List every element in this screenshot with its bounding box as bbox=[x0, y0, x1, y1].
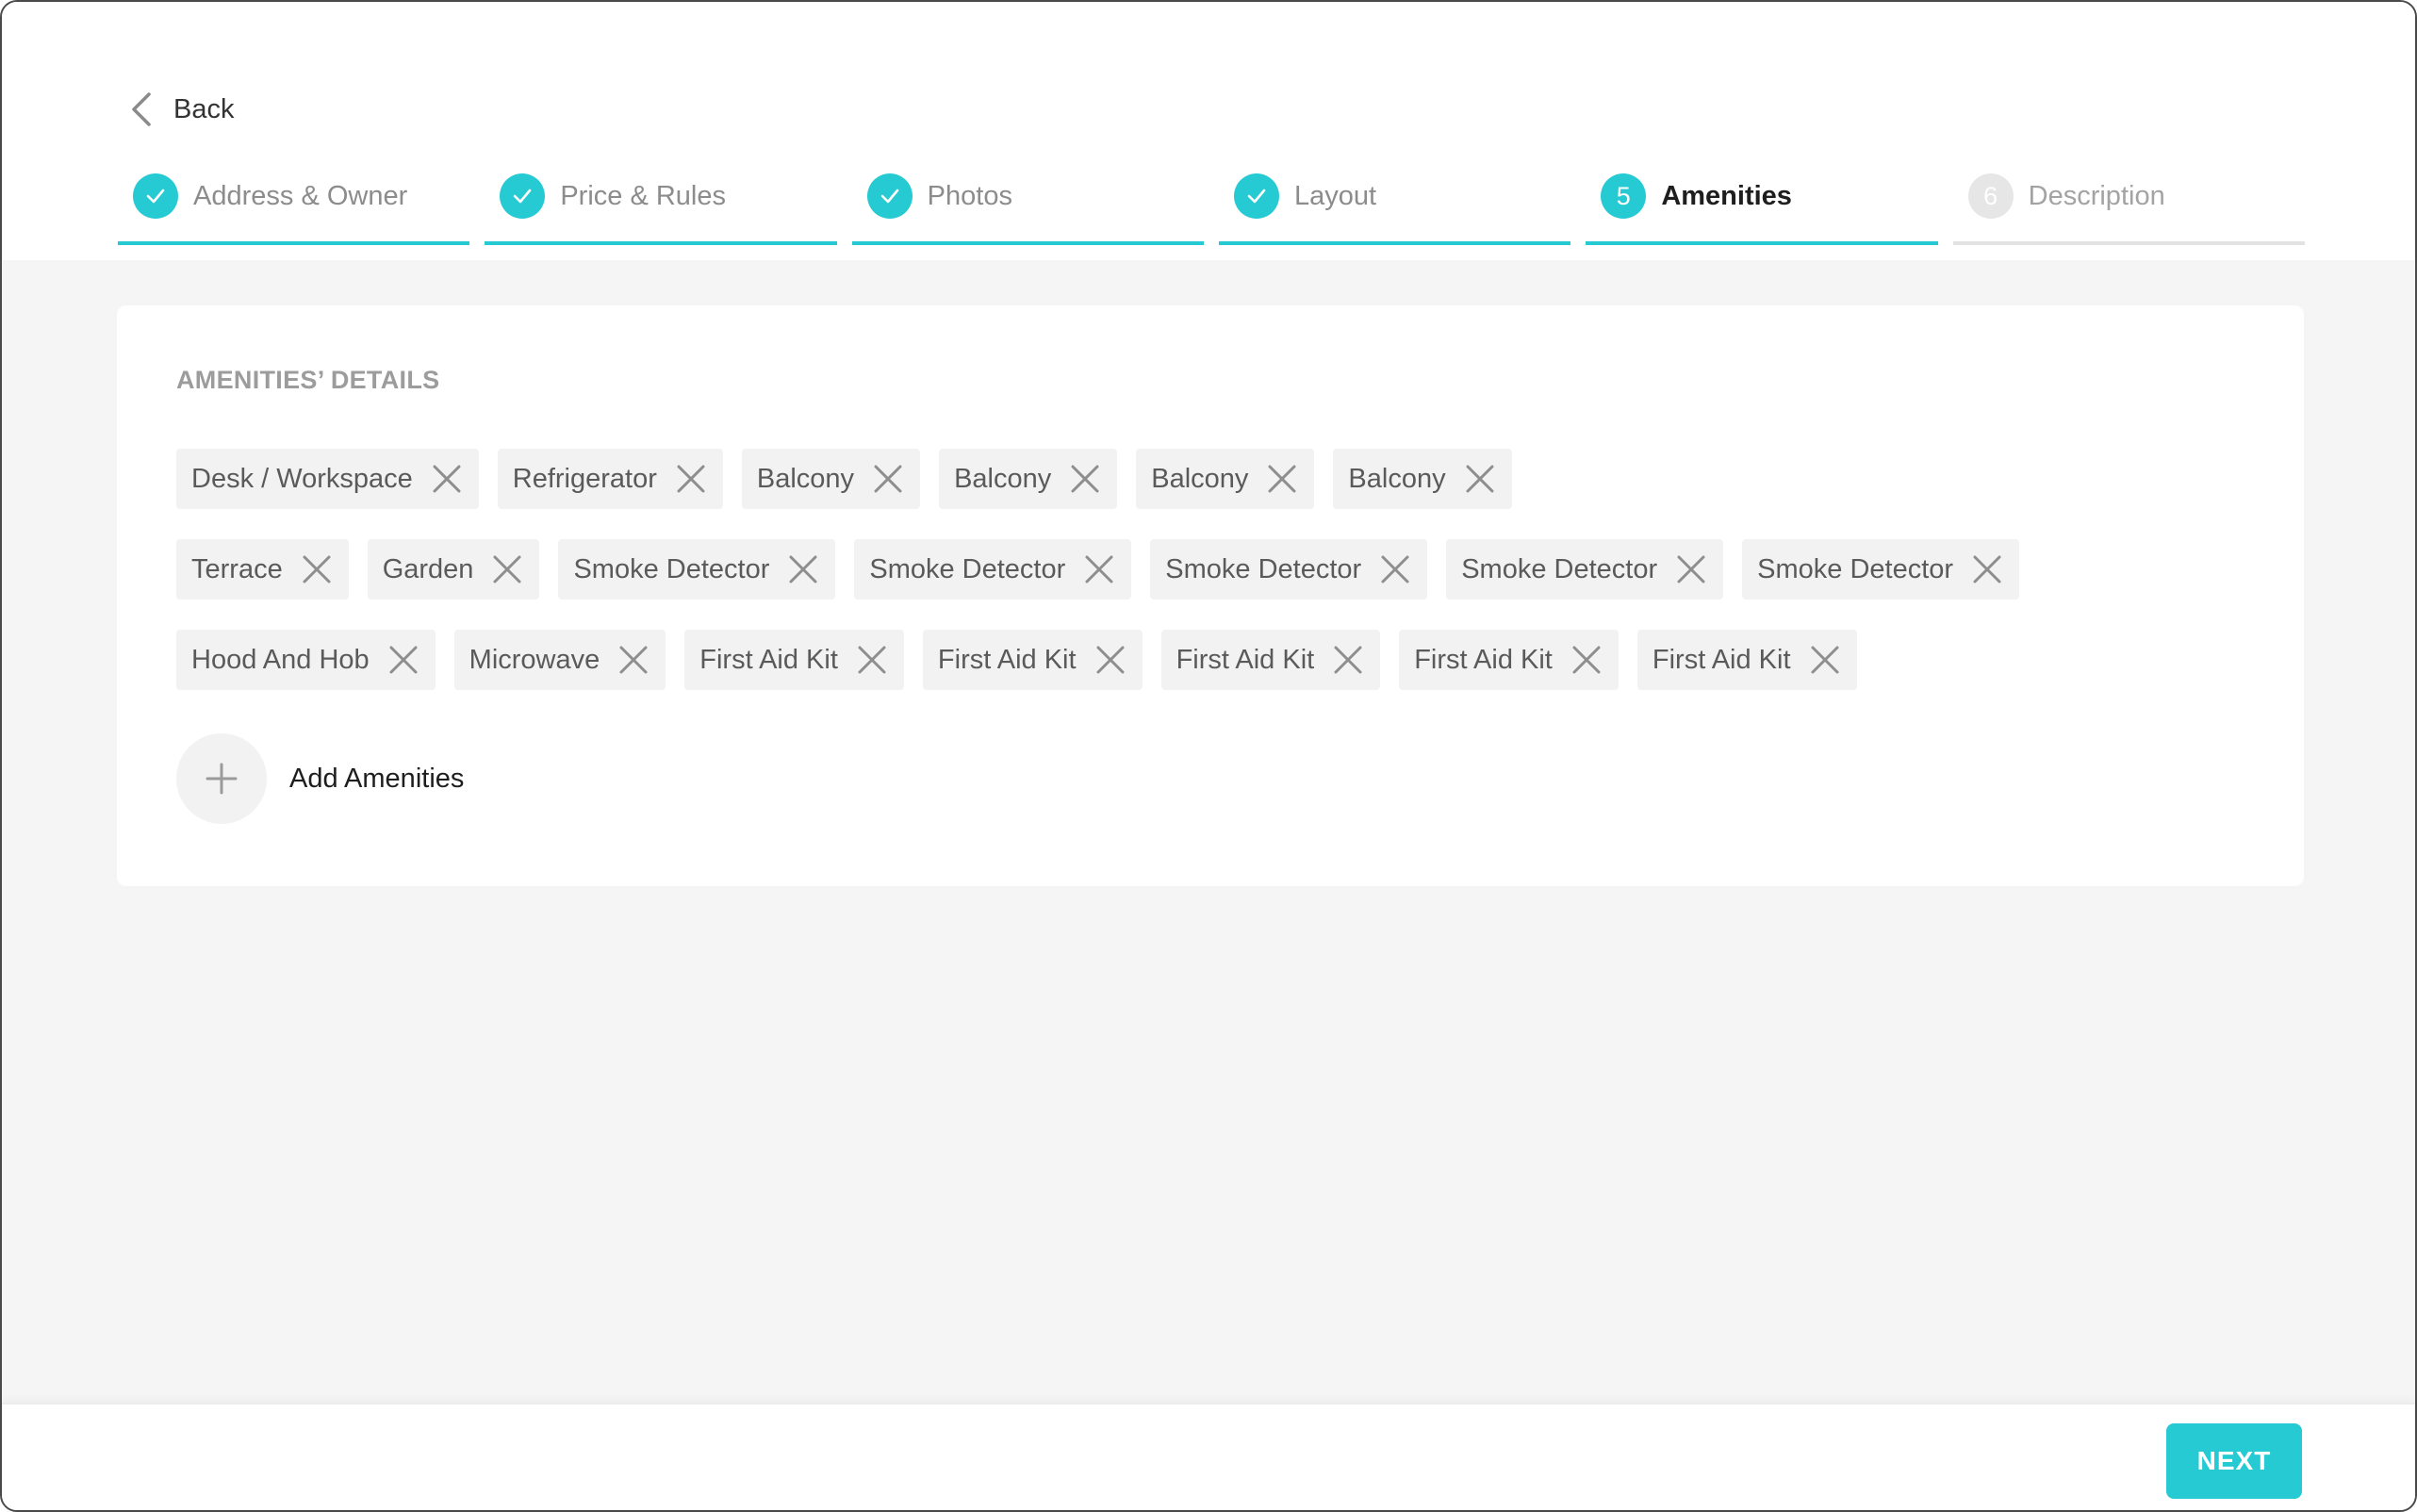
close-icon[interactable] bbox=[1331, 643, 1365, 677]
close-icon[interactable] bbox=[490, 552, 524, 586]
amenity-chip: Balcony bbox=[1136, 449, 1315, 509]
amenity-chip: Smoke Detector bbox=[558, 539, 836, 600]
step-label: Address & Owner bbox=[193, 181, 408, 211]
close-icon[interactable] bbox=[786, 552, 820, 586]
amenity-chip-label: Smoke Detector bbox=[1461, 553, 1658, 584]
check-icon bbox=[1233, 173, 1279, 219]
amenity-chip-label: Balcony bbox=[756, 463, 855, 494]
amenity-chip-label: Desk / Workspace bbox=[191, 463, 413, 494]
close-icon[interactable] bbox=[386, 643, 420, 677]
close-icon[interactable] bbox=[1808, 643, 1842, 677]
step-amenities[interactable]: 5 Amenities bbox=[1586, 168, 1938, 245]
step-label: Price & Rules bbox=[560, 181, 726, 211]
step-number-badge: 5 bbox=[1601, 173, 1647, 219]
amenity-chip: Garden bbox=[367, 539, 540, 600]
amenity-chip: Balcony bbox=[741, 449, 921, 509]
footer-bar: NEXT bbox=[2, 1403, 2415, 1510]
close-icon[interactable] bbox=[300, 552, 334, 586]
amenity-chip: First Aid Kit bbox=[922, 630, 1143, 690]
amenity-chip: Terrace bbox=[176, 539, 349, 600]
step-label: Amenities bbox=[1661, 181, 1792, 211]
close-icon[interactable] bbox=[1570, 643, 1603, 677]
amenity-chip-label: Balcony bbox=[1151, 463, 1249, 494]
step-photos[interactable]: Photos bbox=[851, 168, 1204, 245]
amenity-chip: Refrigerator bbox=[497, 449, 723, 509]
close-icon[interactable] bbox=[855, 643, 889, 677]
amenity-chip-label: First Aid Kit bbox=[699, 644, 838, 675]
check-icon bbox=[133, 173, 178, 219]
close-icon[interactable] bbox=[1463, 462, 1497, 496]
amenity-chip-label: Microwave bbox=[469, 644, 600, 675]
step-label: Description bbox=[2028, 181, 2165, 211]
stepper: Address & Owner Price & Rules Photos Layout… bbox=[118, 168, 2305, 245]
step-address-owner[interactable]: Address & Owner bbox=[118, 168, 470, 245]
amenity-chip-label: Balcony bbox=[1348, 463, 1446, 494]
amenity-chip: First Aid Kit bbox=[1399, 630, 1619, 690]
back-label: Back bbox=[173, 93, 235, 124]
close-icon[interactable] bbox=[617, 643, 650, 677]
check-icon bbox=[866, 173, 913, 219]
amenities-card: AMENITIES’ DETAILS Desk / Workspace Refri… bbox=[117, 305, 2304, 886]
close-icon[interactable] bbox=[1378, 552, 1412, 586]
step-description[interactable]: 6 Description bbox=[1952, 168, 2305, 245]
chevron-left-icon bbox=[130, 90, 153, 128]
header: Back Address & Owner Price & Rules Photos L… bbox=[2, 2, 2415, 260]
amenity-chip: Balcony bbox=[1333, 449, 1512, 509]
amenity-chip-label: Hood And Hob bbox=[191, 644, 370, 675]
close-icon[interactable] bbox=[430, 462, 464, 496]
amenity-chip: First Aid Kit bbox=[684, 630, 904, 690]
add-amenities-label: Add Amenities bbox=[289, 763, 465, 794]
add-amenities-button[interactable]: Add Amenities bbox=[176, 733, 464, 824]
chip-row: Terrace Garden Smoke Detector Smoke Detecto… bbox=[176, 539, 2250, 600]
back-button[interactable]: Back bbox=[130, 87, 234, 132]
close-icon[interactable] bbox=[1674, 552, 1708, 586]
amenity-chip: Balcony bbox=[939, 449, 1118, 509]
amenity-chip: Microwave bbox=[453, 630, 666, 690]
amenity-chip: Smoke Detector bbox=[854, 539, 1132, 600]
check-icon bbox=[500, 173, 546, 219]
amenity-chip: Smoke Detector bbox=[1446, 539, 1724, 600]
step-price-rules[interactable]: Price & Rules bbox=[485, 168, 837, 245]
amenity-chips: Desk / Workspace Refrigerator Balcony Balco… bbox=[176, 449, 2250, 720]
step-label: Layout bbox=[1293, 181, 1377, 211]
amenity-chip: Desk / Workspace bbox=[176, 449, 479, 509]
step-layout[interactable]: Layout bbox=[1218, 168, 1571, 245]
amenity-chip: Hood And Hob bbox=[176, 630, 436, 690]
app-window: Back Address & Owner Price & Rules Photos L… bbox=[0, 0, 2417, 1512]
amenity-chip-label: Smoke Detector bbox=[1165, 553, 1362, 584]
close-icon[interactable] bbox=[871, 462, 905, 496]
step-number-badge: 6 bbox=[1967, 173, 2014, 219]
amenity-chip-label: Balcony bbox=[954, 463, 1052, 494]
amenity-chip-label: Smoke Detector bbox=[573, 553, 770, 584]
step-label: Photos bbox=[927, 181, 1012, 211]
amenity-chip-label: Smoke Detector bbox=[869, 553, 1066, 584]
close-icon[interactable] bbox=[1970, 552, 2004, 586]
close-icon[interactable] bbox=[1093, 643, 1127, 677]
amenity-chip-label: Garden bbox=[382, 553, 474, 584]
plus-icon bbox=[176, 733, 267, 824]
amenity-chip: First Aid Kit bbox=[1636, 630, 1857, 690]
amenity-chip: Smoke Detector bbox=[1742, 539, 2020, 600]
next-button[interactable]: NEXT bbox=[2166, 1423, 2302, 1499]
close-icon[interactable] bbox=[1082, 552, 1116, 586]
chip-row: Hood And Hob Microwave First Aid Kit First … bbox=[176, 630, 2250, 690]
amenity-chip: Smoke Detector bbox=[1150, 539, 1428, 600]
amenity-chip-label: Smoke Detector bbox=[1757, 553, 1954, 584]
section-title: AMENITIES’ DETAILS bbox=[176, 366, 440, 394]
amenity-chip-label: First Aid Kit bbox=[937, 644, 1077, 675]
close-icon[interactable] bbox=[1068, 462, 1102, 496]
amenity-chip-label: Refrigerator bbox=[512, 463, 657, 494]
amenity-chip-label: First Aid Kit bbox=[1652, 644, 1791, 675]
close-icon[interactable] bbox=[1265, 462, 1299, 496]
amenity-chip: First Aid Kit bbox=[1160, 630, 1381, 690]
amenity-chip-label: First Aid Kit bbox=[1414, 644, 1553, 675]
close-icon[interactable] bbox=[674, 462, 708, 496]
chip-row: Desk / Workspace Refrigerator Balcony Balco… bbox=[176, 449, 2250, 509]
amenity-chip-label: Terrace bbox=[191, 553, 283, 584]
amenity-chip-label: First Aid Kit bbox=[1176, 644, 1315, 675]
